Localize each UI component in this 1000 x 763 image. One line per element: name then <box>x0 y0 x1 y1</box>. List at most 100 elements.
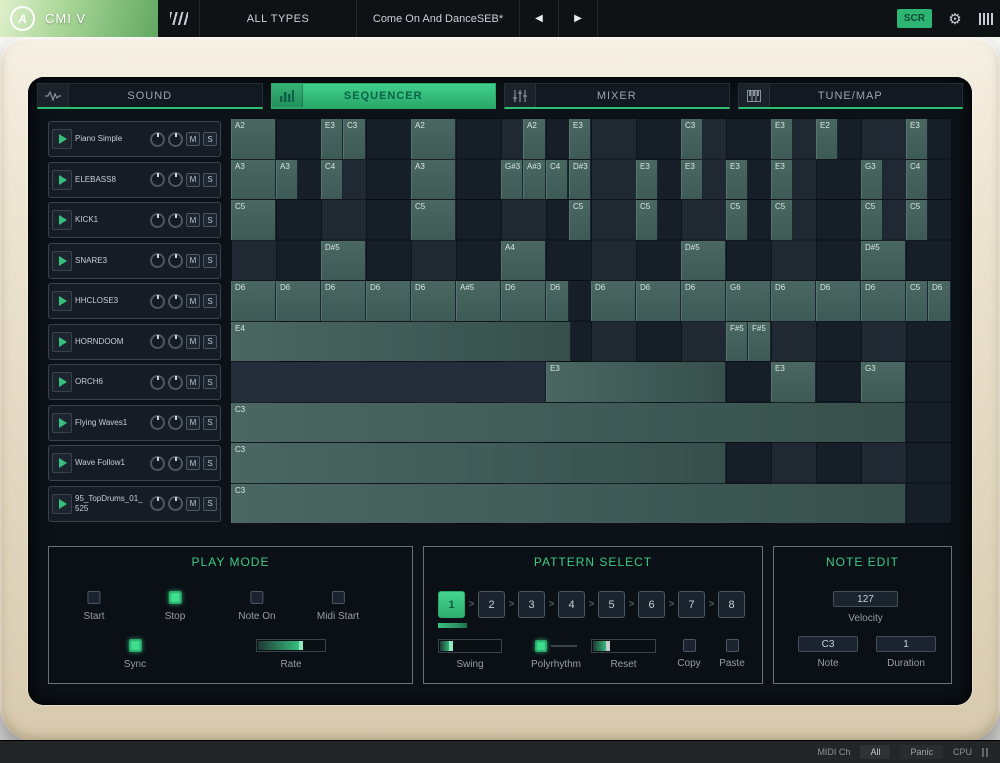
all-types-selector[interactable]: ALL TYPES <box>200 0 357 37</box>
track-play-button[interactable] <box>52 170 72 190</box>
pattern-slot-1[interactable]: 1 <box>438 591 465 618</box>
track-solo-button[interactable]: S <box>203 335 217 349</box>
preset-browser-button[interactable] <box>158 0 200 37</box>
rate-slider-handle[interactable] <box>299 641 303 650</box>
sequencer-note-cell[interactable]: C5 <box>861 200 883 240</box>
track-item[interactable]: ORCH6MS <box>48 364 221 400</box>
track-mute-button[interactable]: M <box>186 416 200 430</box>
sequencer-note-cell[interactable]: E3 <box>771 160 793 200</box>
track-mute-button[interactable]: M <box>186 375 200 389</box>
track-knob-2[interactable] <box>168 294 183 309</box>
track-item[interactable]: HHCLOSE3MS <box>48 283 221 319</box>
sequencer-note-cell[interactable]: E3 <box>569 119 591 159</box>
track-play-button[interactable] <box>52 129 72 149</box>
track-solo-button[interactable]: S <box>203 254 217 268</box>
track-play-button[interactable] <box>52 494 72 514</box>
playmode-stop-button[interactable] <box>168 591 181 604</box>
track-item[interactable]: Flying Waves1MS <box>48 405 221 441</box>
sequencer-note-cell[interactable]: E3 <box>681 160 703 200</box>
sequencer-note-cell[interactable]: D6 <box>861 281 906 321</box>
sequencer-note-cell[interactable]: A4 <box>501 241 546 281</box>
sequencer-note-cell[interactable]: C4 <box>321 160 343 200</box>
track-mute-button[interactable]: M <box>186 335 200 349</box>
track-knob-2[interactable] <box>168 496 183 511</box>
playmode-note-on-button[interactable] <box>251 591 264 604</box>
sequencer-note-cell[interactable]: D6 <box>636 281 681 321</box>
velocity-value[interactable]: 127 <box>833 591 898 607</box>
sequencer-note-cell[interactable]: G6 <box>726 281 771 321</box>
track-knob-2[interactable] <box>168 334 183 349</box>
sequencer-note-cell[interactable]: A3 <box>411 160 456 200</box>
sequencer-note-cell[interactable]: C5 <box>771 200 793 240</box>
sequencer-note-cell[interactable]: D6 <box>928 281 951 321</box>
polyrhythm-toggle[interactable] <box>535 640 547 652</box>
preset-name[interactable]: Come On And DanceSEB* <box>357 0 520 37</box>
track-knob-1[interactable] <box>150 415 165 430</box>
sequencer-note-cell[interactable]: D6 <box>501 281 546 321</box>
pattern-slot-2[interactable]: 2 <box>478 591 505 618</box>
sequencer-note-cell[interactable]: E3 <box>636 160 658 200</box>
scr-button[interactable]: SCR <box>897 9 932 28</box>
sequencer-note-cell[interactable]: C4 <box>546 160 568 200</box>
sequencer-note-cell[interactable]: C3 <box>231 403 906 443</box>
sequencer-note-cell[interactable]: C5 <box>411 200 456 240</box>
track-knob-1[interactable] <box>150 294 165 309</box>
sequencer-note-cell[interactable]: C3 <box>343 119 366 159</box>
sequencer-note-cell[interactable]: C5 <box>906 200 928 240</box>
track-solo-button[interactable]: S <box>203 456 217 470</box>
sequencer-note-cell[interactable]: E3 <box>906 119 928 159</box>
track-knob-2[interactable] <box>168 172 183 187</box>
sequencer-note-cell[interactable]: C3 <box>231 443 726 483</box>
sequencer-note-cell[interactable]: A#3 <box>523 160 546 200</box>
sequencer-note-cell[interactable]: G#3 <box>501 160 523 200</box>
track-play-button[interactable] <box>52 210 72 230</box>
sequencer-note-cell[interactable]: A3 <box>231 160 276 200</box>
track-knob-1[interactable] <box>150 132 165 147</box>
sequencer-note-cell[interactable]: D6 <box>816 281 861 321</box>
sequencer-note-cell[interactable]: E4 <box>231 322 571 362</box>
track-knob-1[interactable] <box>150 253 165 268</box>
track-knob-2[interactable] <box>168 213 183 228</box>
sequencer-note-cell[interactable]: E3 <box>726 160 748 200</box>
track-knob-2[interactable] <box>168 415 183 430</box>
track-knob-1[interactable] <box>150 375 165 390</box>
sequencer-note-cell[interactable]: C5 <box>726 200 748 240</box>
track-item[interactable]: ELEBASS8MS <box>48 162 221 198</box>
panic-button[interactable]: Panic <box>900 745 943 759</box>
sequencer-note-cell[interactable]: C5 <box>636 200 658 240</box>
track-mute-button[interactable]: M <box>186 294 200 308</box>
playmode-midi-start-button[interactable] <box>331 591 344 604</box>
menu-bars-icon[interactable] <box>972 0 1000 37</box>
sequencer-note-cell[interactable]: A2 <box>231 119 276 159</box>
sequencer-note-cell[interactable]: C5 <box>906 281 928 321</box>
track-item[interactable]: Piano SimpleMS <box>48 121 221 157</box>
track-solo-button[interactable]: S <box>203 173 217 187</box>
sequencer-note-cell[interactable]: D6 <box>231 281 276 321</box>
settings-gear-icon[interactable]: ⚙ <box>938 0 972 37</box>
rate-slider[interactable] <box>256 639 326 652</box>
tab-sound[interactable]: SOUND <box>37 83 263 109</box>
reset-slider-handle[interactable] <box>606 641 610 651</box>
sequencer-note-cell[interactable]: C5 <box>231 200 276 240</box>
sequencer-note-cell[interactable]: E3 <box>771 362 816 402</box>
sequencer-note-cell[interactable]: C5 <box>569 200 591 240</box>
pattern-slot-8[interactable]: 8 <box>718 591 745 618</box>
track-item[interactable]: SNARE3MS <box>48 243 221 279</box>
track-knob-2[interactable] <box>168 132 183 147</box>
track-knob-1[interactable] <box>150 213 165 228</box>
track-item[interactable]: KICK1MS <box>48 202 221 238</box>
midi-channel-value[interactable]: All <box>860 745 890 759</box>
track-mute-button[interactable]: M <box>186 254 200 268</box>
pattern-slot-4[interactable]: 4 <box>558 591 585 618</box>
sequencer-note-cell[interactable]: C4 <box>906 160 928 200</box>
track-item[interactable]: HORNDOOMMS <box>48 324 221 360</box>
track-knob-2[interactable] <box>168 375 183 390</box>
pattern-slot-3[interactable]: 3 <box>518 591 545 618</box>
swing-slider[interactable] <box>438 639 502 653</box>
sequencer-note-cell[interactable]: D6 <box>411 281 456 321</box>
sequencer-note-cell[interactable]: D6 <box>591 281 636 321</box>
track-play-button[interactable] <box>52 332 72 352</box>
sequencer-note-cell[interactable]: D6 <box>321 281 366 321</box>
track-solo-button[interactable]: S <box>203 497 217 511</box>
tab-mixer[interactable]: MIXER <box>504 83 730 109</box>
